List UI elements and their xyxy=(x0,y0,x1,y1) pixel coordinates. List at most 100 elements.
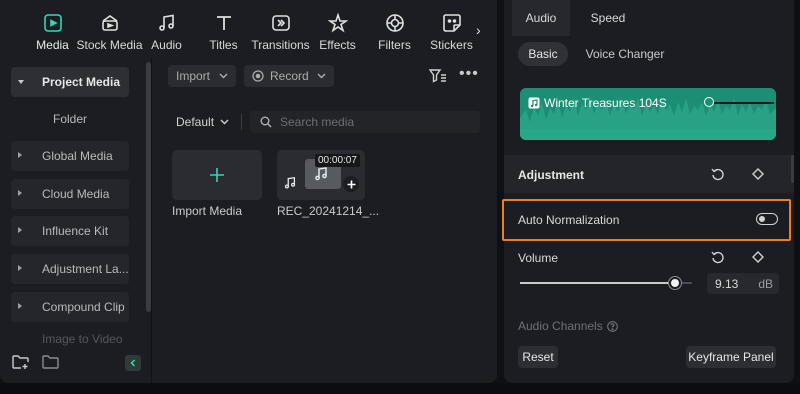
tab-label: Stickers xyxy=(430,38,473,52)
audio-channels-row: Audio Channels xyxy=(518,319,618,333)
chevron-down-icon xyxy=(317,73,326,79)
media-sidebar: Project Media Folder Global Media Cloud … xyxy=(0,58,152,383)
reset-icon[interactable] xyxy=(710,166,726,182)
tab-audio[interactable]: Audio xyxy=(138,12,195,52)
subtab-label: Voice Changer xyxy=(585,47,665,61)
tab-label: Audio xyxy=(151,38,182,52)
adjustment-heading: Adjustment xyxy=(518,168,584,182)
volume-unit: dB xyxy=(758,276,773,291)
audio-waveform[interactable]: Winter Treasures 104S xyxy=(520,88,776,140)
subtab-voice-changer[interactable]: Voice Changer xyxy=(582,42,668,66)
tab-titles[interactable]: Titles xyxy=(195,12,252,52)
tab-transitions[interactable]: Transitions xyxy=(251,12,310,52)
tab-audio-properties[interactable]: Audio xyxy=(512,0,570,36)
filter-icon[interactable] xyxy=(428,69,447,86)
tab-media[interactable]: Media xyxy=(24,12,81,52)
sidebar-item-global-media[interactable]: Global Media xyxy=(11,141,129,171)
reset-button[interactable]: Reset xyxy=(518,346,558,368)
volume-slider[interactable] xyxy=(520,277,692,289)
reset-icon[interactable] xyxy=(710,249,726,265)
sidebar-item-image-to-video[interactable]: Image to Video xyxy=(11,332,129,352)
filters-icon xyxy=(384,12,406,34)
more-tabs-button[interactable]: › xyxy=(476,22,481,38)
volume-envelope-handle[interactable] xyxy=(704,97,714,107)
auto-normalization-toggle[interactable] xyxy=(756,213,778,225)
stock-media-icon xyxy=(99,12,121,34)
volume-input[interactable]: 9.13 dB xyxy=(707,273,779,294)
chevron-down-icon xyxy=(18,80,24,84)
track-title: Winter Treasures 104S xyxy=(528,96,667,110)
record-label: Record xyxy=(270,69,309,83)
sidebar-item-compound-clip[interactable]: Compound Clip xyxy=(11,292,129,322)
collapse-sidebar-button[interactable] xyxy=(125,355,141,371)
clip-duration: 00:00:07 xyxy=(315,154,360,167)
transitions-icon xyxy=(270,12,292,34)
track-title-text: Winter Treasures 104S xyxy=(544,96,667,110)
sidebar-scrollbar[interactable] xyxy=(146,62,151,312)
divider xyxy=(241,114,242,130)
tab-label: Media xyxy=(36,38,69,52)
sidebar-item-label: Folder xyxy=(52,112,87,126)
properties-tabs: Audio Speed xyxy=(504,0,794,36)
record-icon xyxy=(252,70,264,82)
tab-label: Stock Media xyxy=(76,38,143,52)
sidebar-item-influence-kit[interactable]: Influence Kit xyxy=(11,216,129,246)
chevron-right-icon xyxy=(18,303,22,309)
music-note-icon xyxy=(315,167,327,181)
sort-dropdown[interactable]: Default xyxy=(176,115,229,129)
search-placeholder: Search media xyxy=(280,115,355,129)
volume-label: Volume xyxy=(518,251,559,265)
stickers-icon xyxy=(441,12,463,34)
sort-label: Default xyxy=(176,115,215,129)
sidebar-item-label: Compound Clip xyxy=(42,300,125,314)
tab-speed[interactable]: Speed xyxy=(578,0,638,36)
more-options-icon[interactable]: ••• xyxy=(459,65,479,83)
subtab-label: Basic xyxy=(528,47,558,61)
auto-normalization-label: Auto Normalization xyxy=(518,213,620,227)
audio-channels-label: Audio Channels xyxy=(518,319,603,333)
sidebar-item-label: Influence Kit xyxy=(42,224,109,238)
search-input[interactable]: Search media xyxy=(250,111,480,133)
import-dropdown[interactable]: Import xyxy=(168,65,236,87)
volume-envelope-line xyxy=(714,102,774,104)
subtab-basic[interactable]: Basic xyxy=(518,42,568,66)
tab-effects[interactable]: Effects xyxy=(309,12,366,52)
sort-search-bar: Default Search media xyxy=(170,111,480,133)
chevron-right-icon xyxy=(18,265,22,271)
record-dropdown[interactable]: Record xyxy=(244,65,334,87)
chevron-right-icon xyxy=(18,190,22,196)
tab-stock-media[interactable]: Stock Media xyxy=(76,12,143,52)
tab-label: Transitions xyxy=(251,38,310,52)
volume-slider-fill xyxy=(520,282,675,284)
import-media-tile[interactable] xyxy=(172,150,262,200)
folder-icon[interactable] xyxy=(42,354,60,373)
media-clip-tile[interactable]: 00:00:07 xyxy=(277,150,365,200)
sidebar-item-label: Cloud Media xyxy=(42,187,110,201)
media-panel: Media Stock Media Audio Titles Transitio… xyxy=(0,0,497,383)
music-file-icon xyxy=(528,97,540,109)
sidebar-item-project-media[interactable]: Project Media xyxy=(11,67,129,97)
keyframe-panel-button[interactable]: Keyframe Panel xyxy=(686,346,776,368)
tab-filters[interactable]: Filters xyxy=(366,12,423,52)
tab-label: Filters xyxy=(378,38,411,52)
import-label: Import xyxy=(176,69,211,83)
volume-slider-handle[interactable] xyxy=(669,277,681,289)
tab-stickers[interactable]: Stickers xyxy=(423,12,480,52)
sidebar-item-label: Project Media xyxy=(42,75,121,89)
keyframe-icon[interactable] xyxy=(750,166,766,182)
audio-icon xyxy=(156,12,178,34)
properties-scrollbar[interactable] xyxy=(791,155,794,183)
tab-label: Speed xyxy=(590,11,626,25)
sidebar-item-adjustment-layer[interactable]: Adjustment La... xyxy=(11,254,129,284)
sidebar-item-cloud-media[interactable]: Cloud Media xyxy=(11,179,129,209)
add-to-timeline-button[interactable] xyxy=(343,176,359,192)
media-toolbar: Media Stock Media Audio Titles Transitio… xyxy=(0,0,497,58)
sidebar-item-label: Global Media xyxy=(42,149,113,163)
sidebar-item-folder[interactable]: Folder xyxy=(11,104,129,134)
media-clip-label: REC_20241214_... xyxy=(277,204,380,218)
new-folder-icon[interactable] xyxy=(12,354,30,373)
media-library: Import Record ••• Default Search media I… xyxy=(162,58,492,383)
plus-icon xyxy=(347,180,355,188)
titles-icon xyxy=(213,12,235,34)
keyframe-icon[interactable] xyxy=(750,249,766,265)
